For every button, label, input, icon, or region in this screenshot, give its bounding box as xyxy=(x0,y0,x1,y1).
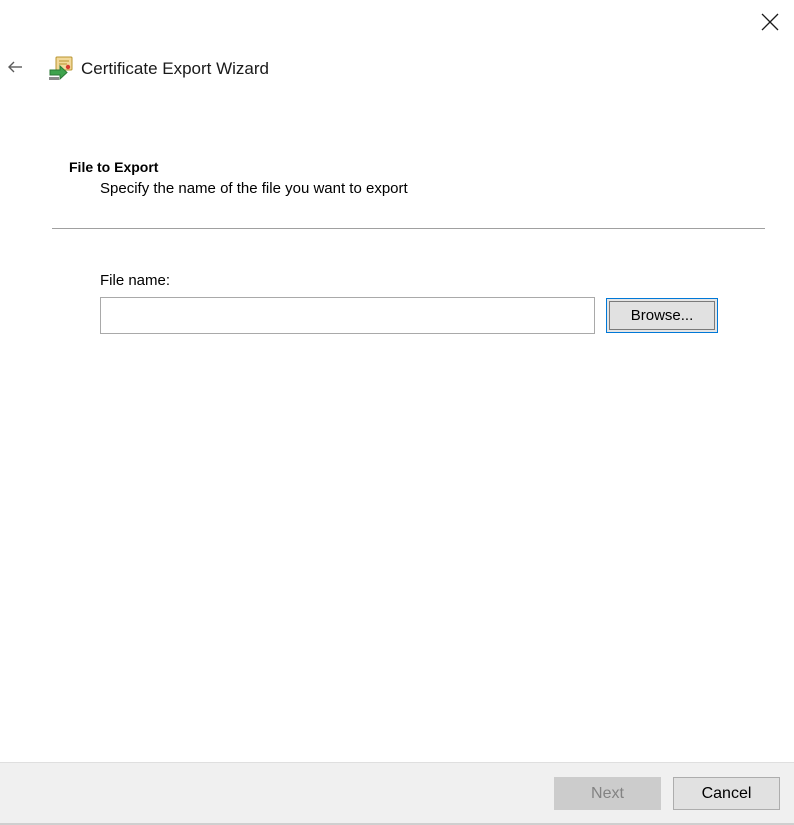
next-button[interactable]: Next xyxy=(554,777,661,810)
header-divider xyxy=(52,228,765,229)
back-button[interactable] xyxy=(2,54,28,80)
wizard-title: Certificate Export Wizard xyxy=(81,59,269,78)
close-button[interactable] xyxy=(754,6,786,38)
browse-button[interactable]: Browse... xyxy=(606,298,718,333)
browse-button-label: Browse... xyxy=(609,301,715,330)
file-name-label: File name: xyxy=(100,272,171,289)
section-subtitle: Specify the name of the file you want to… xyxy=(100,180,408,197)
close-icon xyxy=(761,13,779,31)
back-arrow-icon xyxy=(8,61,22,73)
section-title: File to Export xyxy=(69,159,159,175)
certificate-export-wizard-window: Certificate Export Wizard File to Export… xyxy=(0,0,794,825)
file-name-input[interactable] xyxy=(100,297,595,334)
certificate-wizard-icon xyxy=(49,56,73,81)
cancel-button[interactable]: Cancel xyxy=(673,777,780,810)
